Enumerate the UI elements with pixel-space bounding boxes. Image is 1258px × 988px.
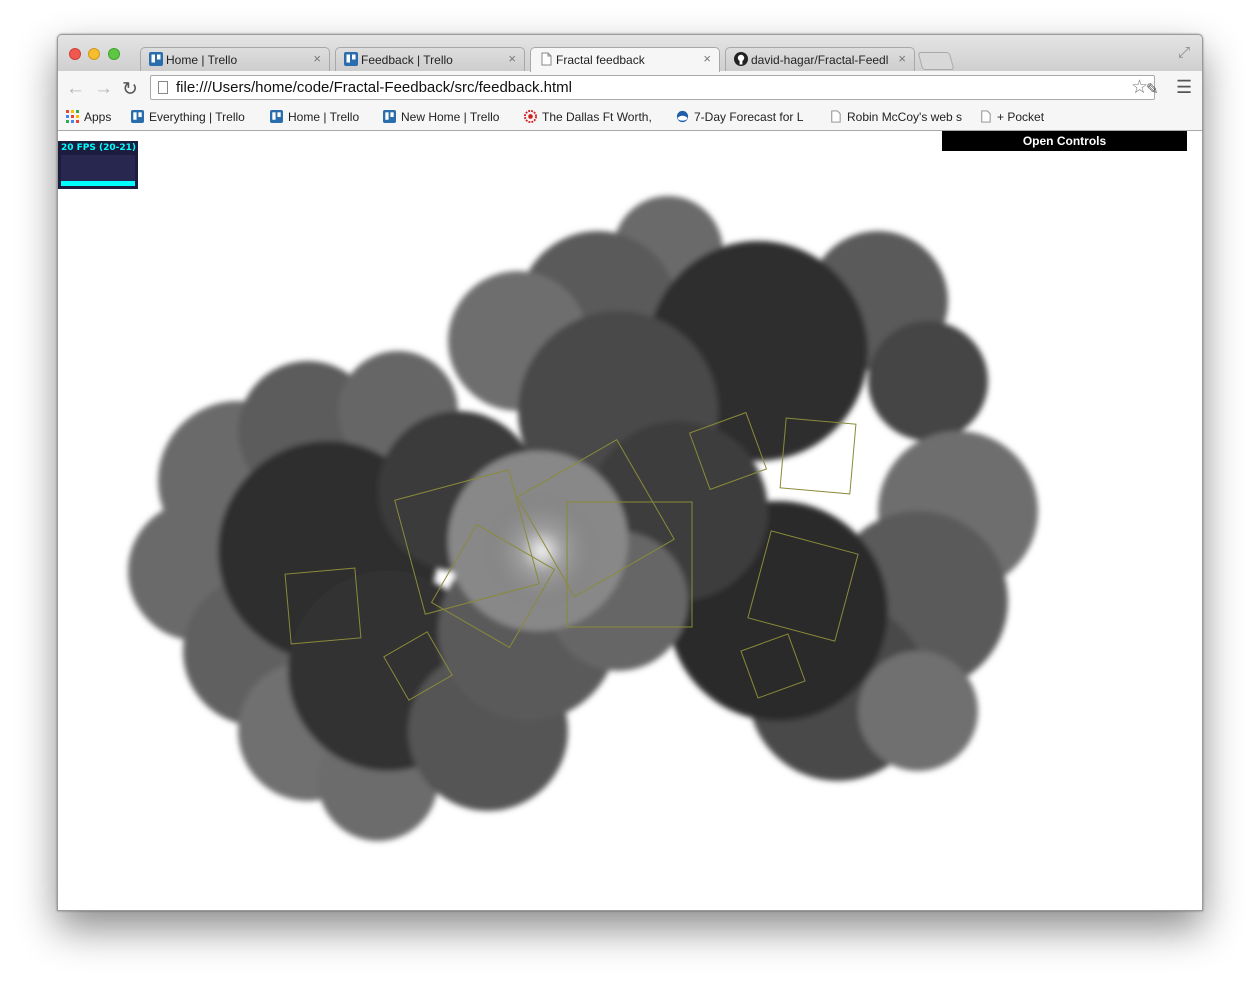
tab-close-icon[interactable]: × <box>508 51 516 66</box>
fullscreen-icon[interactable]: ⤢ <box>1178 44 1190 61</box>
new-tab-button[interactable] <box>917 52 955 70</box>
tab-github-fractal-feedback[interactable]: david-hagar/Fractal-Feedl × <box>725 47 915 71</box>
tab-fractal-feedback[interactable]: Fractal feedback × <box>530 47 720 72</box>
tab-title: Home | Trello <box>166 53 238 67</box>
page-icon <box>981 110 991 123</box>
page-content: 20 FPS (20-21) Open Controls <box>58 131 1202 910</box>
bookmark-pocket[interactable]: + Pocket <box>979 110 1044 124</box>
browser-toolbar: ← → ↻ file:///Users/home/code/Fractal-Fe… <box>58 71 1202 107</box>
github-icon <box>734 52 748 66</box>
noaa-icon <box>676 110 689 123</box>
tab-strip: Home | Trello × Feedback | Trello × Frac… <box>58 35 1202 72</box>
bookmark-label: 7-Day Forecast for L <box>694 110 804 124</box>
bookmark-label: Apps <box>84 110 112 124</box>
fps-graph-bar <box>61 181 135 186</box>
bookmark-apps[interactable]: Apps <box>66 110 111 124</box>
trello-icon <box>383 110 396 123</box>
bookmark-dallas-ft-worth[interactable]: The Dallas Ft Worth, <box>524 110 659 124</box>
page-icon <box>541 52 552 66</box>
tab-title: Feedback | Trello <box>361 53 453 67</box>
bookmark-label: Home | Trello <box>288 110 360 124</box>
bookmark-label: Everything | Trello <box>149 110 245 124</box>
bookmark-home-trello[interactable]: Home | Trello <box>270 110 359 124</box>
bookmark-new-home-trello[interactable]: New Home | Trello <box>383 110 499 124</box>
tab-title: david-hagar/Fractal-Feedl <box>751 53 889 67</box>
trello-icon <box>270 110 283 123</box>
apps-grid-icon <box>66 110 79 123</box>
bookmarks-bar: Apps Everything | Trello Home | Trello N… <box>58 107 1202 131</box>
fractal-cloud <box>128 196 1038 841</box>
bookmark-label: Robin McCoy's web s <box>847 110 962 124</box>
bookmark-robin-mccoy[interactable]: Robin McCoy's web s <box>829 110 964 124</box>
gear-icon <box>524 110 537 123</box>
trello-icon <box>131 110 144 123</box>
tab-close-icon[interactable]: × <box>703 51 711 66</box>
evernote-extension-icon[interactable]: ✎ <box>1146 80 1159 98</box>
back-arrow-icon[interactable]: ← <box>66 78 85 100</box>
bookmark-label: The Dallas Ft Worth, <box>542 110 652 124</box>
tab-home-trello[interactable]: Home | Trello × <box>140 47 330 71</box>
tab-close-icon[interactable]: × <box>313 51 321 66</box>
fps-readout: 20 FPS (20-21) <box>61 143 137 153</box>
tab-close-icon[interactable]: × <box>898 51 906 66</box>
window-minimize-button[interactable] <box>88 48 100 60</box>
page-icon <box>831 110 841 123</box>
page-icon <box>158 81 168 94</box>
tab-feedback-trello[interactable]: Feedback | Trello × <box>335 47 525 71</box>
trello-icon <box>344 52 358 66</box>
browser-window: Home | Trello × Feedback | Trello × Frac… <box>57 34 1203 911</box>
menu-icon[interactable]: ☰ <box>1176 77 1192 98</box>
window-maximize-button[interactable] <box>108 48 120 60</box>
forward-arrow-icon[interactable]: → <box>94 78 113 100</box>
reload-icon[interactable]: ↻ <box>122 78 138 101</box>
fps-graph <box>61 155 135 186</box>
trello-icon <box>149 52 163 66</box>
open-controls-button[interactable]: Open Controls <box>942 131 1187 151</box>
bookmark-7-day-forecast[interactable]: 7-Day Forecast for L <box>676 110 811 124</box>
address-url[interactable]: file:///Users/home/code/Fractal-Feedback… <box>176 79 572 96</box>
bookmark-label: New Home | Trello <box>401 110 500 124</box>
fps-stats-panel[interactable]: 20 FPS (20-21) <box>58 141 138 189</box>
bookmark-everything-trello[interactable]: Everything | Trello <box>131 110 245 124</box>
tab-title: Fractal feedback <box>556 53 645 67</box>
window-close-button[interactable] <box>69 48 81 60</box>
fractal-canvas[interactable] <box>58 131 1202 910</box>
bookmark-label: + Pocket <box>997 110 1045 124</box>
address-bar[interactable]: file:///Users/home/code/Fractal-Feedback… <box>150 75 1155 100</box>
